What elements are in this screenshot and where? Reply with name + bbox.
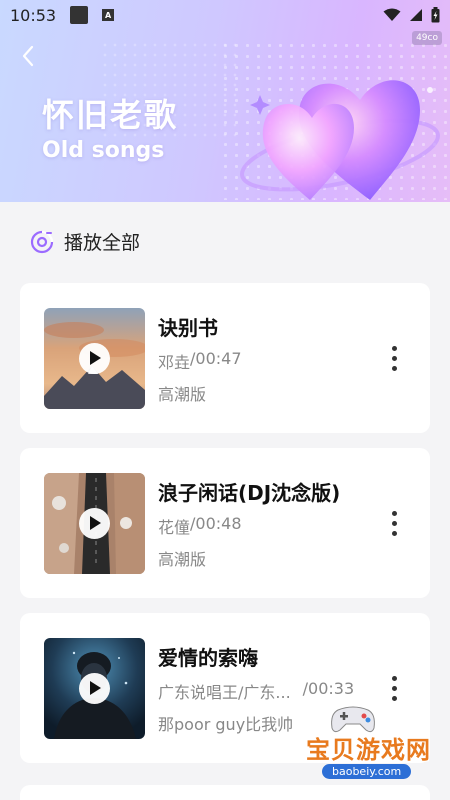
back-button[interactable] xyxy=(14,42,42,70)
song-title: 爱情的索嗨 xyxy=(158,645,258,670)
more-dot-icon xyxy=(391,530,397,536)
more-dot-icon xyxy=(391,510,397,516)
cover-play-button[interactable] xyxy=(79,672,110,704)
more-dot-icon xyxy=(391,675,397,681)
song-meta: 广东说唱王/广东... /00:33 xyxy=(158,679,384,703)
watermark-url: baobeiy.com xyxy=(322,764,412,779)
cover-play-button[interactable] xyxy=(79,342,110,374)
status-time: 10:53 xyxy=(10,5,57,25)
more-options-button[interactable] xyxy=(384,503,404,543)
song-card[interactable]: 浪子闲话(DJ沈念版) 花僮 /00:48 高潮版 xyxy=(20,448,430,598)
wifi-icon xyxy=(383,8,401,21)
keyboard-a-icon: A xyxy=(102,9,115,21)
song-version: 高潮版 xyxy=(158,549,207,569)
battery-icon xyxy=(431,7,440,23)
notification-icon xyxy=(70,6,89,24)
song-duration: /00:47 xyxy=(190,348,242,368)
page-title: 怀旧老歌 xyxy=(42,96,179,134)
song-cover[interactable] xyxy=(44,307,145,409)
more-options-button[interactable] xyxy=(384,338,404,378)
play-icon xyxy=(89,516,101,530)
status-bar: 10:53 A xyxy=(0,0,450,30)
play-all-button[interactable]: 播放全部 xyxy=(30,228,140,255)
song-artist: 广东说唱王/广东... xyxy=(158,682,291,702)
signal-icon xyxy=(410,9,422,21)
page-subtitle: Old songs xyxy=(42,138,165,163)
chevron-left-icon xyxy=(22,45,34,67)
song-cover[interactable] xyxy=(44,637,145,739)
hearts-illustration xyxy=(240,80,440,200)
song-cover[interactable] xyxy=(44,472,145,574)
song-duration: /00:33 xyxy=(302,678,355,698)
play-icon xyxy=(89,681,101,695)
song-version: 高潮版 xyxy=(158,384,207,404)
header-banner: 10:53 A 49co 怀旧老歌 Old songs xyxy=(0,0,450,202)
song-info: 浪子闲话(DJ沈念版) 花僮 /00:48 高潮版 xyxy=(158,477,384,570)
more-dot-icon xyxy=(391,355,397,361)
song-title: 浪子闲话(DJ沈念版) xyxy=(158,480,341,505)
play-icon xyxy=(89,351,101,365)
site-watermark: 宝贝游戏网 baobeiy.com xyxy=(300,700,450,800)
cover-play-button[interactable] xyxy=(79,507,110,539)
song-artist: 邓垚 xyxy=(158,352,191,372)
more-dot-icon xyxy=(391,520,397,526)
watermark-name: 宝贝游戏网 xyxy=(306,736,431,764)
more-dot-icon xyxy=(391,345,397,351)
song-meta: 邓垚 /00:47 xyxy=(158,349,384,373)
more-dot-icon xyxy=(391,365,397,371)
song-artist: 花僮 xyxy=(158,517,191,537)
disc-play-icon xyxy=(30,230,54,253)
song-card[interactable]: 诀别书 邓垚 /00:47 高潮版 xyxy=(20,283,430,433)
song-meta: 花僮 /00:48 xyxy=(158,514,384,538)
song-duration: /00:48 xyxy=(190,513,242,533)
watermark-chip: 49co xyxy=(412,31,442,45)
song-info: 诀别书 邓垚 /00:47 高潮版 xyxy=(158,312,384,405)
song-title: 诀别书 xyxy=(158,315,218,340)
play-all-label: 播放全部 xyxy=(64,232,141,254)
more-dot-icon xyxy=(391,685,397,691)
